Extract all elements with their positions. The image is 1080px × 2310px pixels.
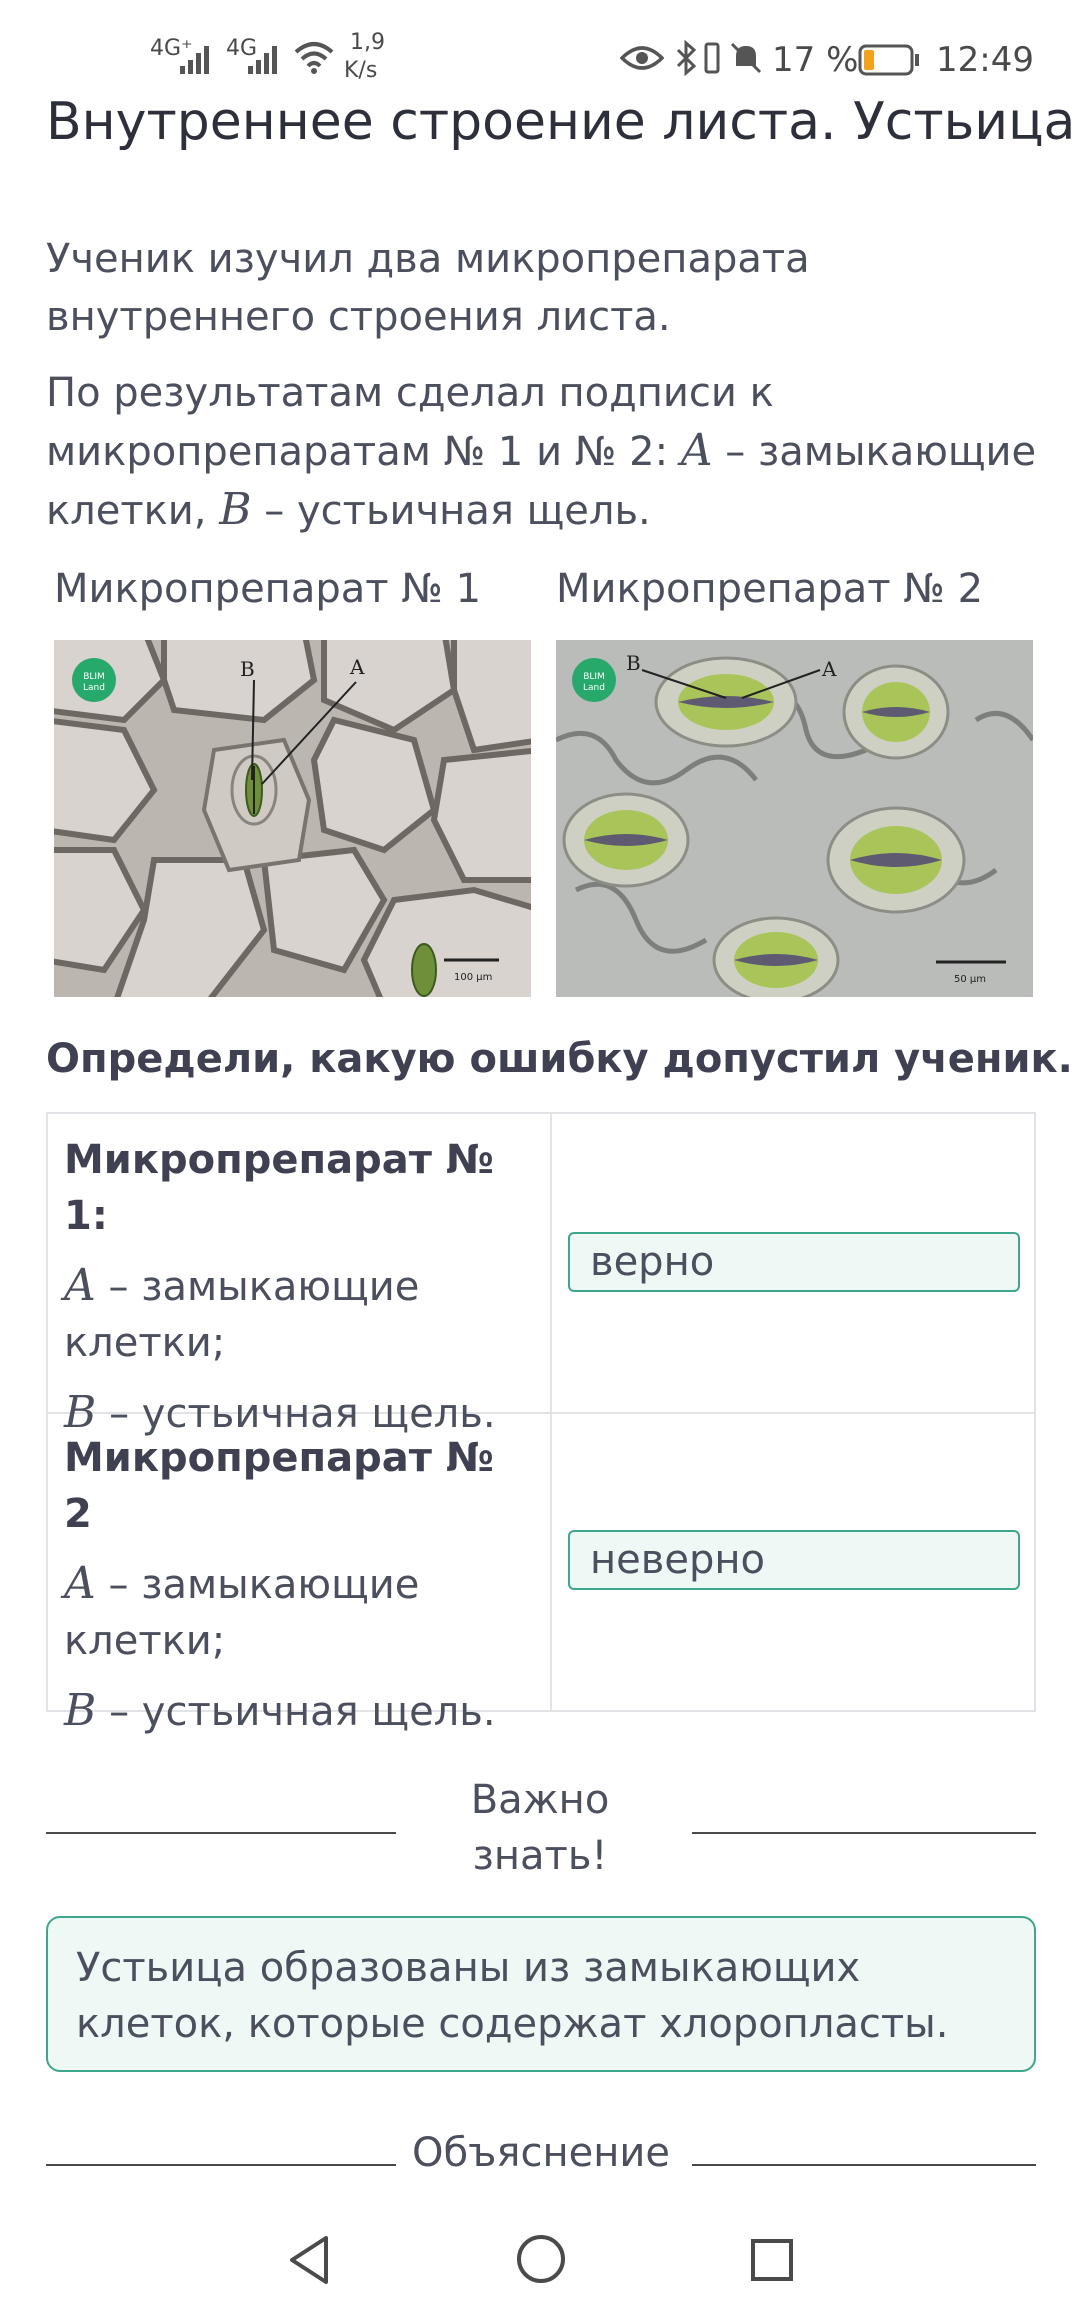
row-2-line-b: B – устьичная щель. [64,1685,496,1736]
specimen-1-label-a: A [349,655,365,679]
def-b: – устьичная щель. [264,488,651,534]
specimen-2-label-b: B [626,651,641,675]
page-title: Внутреннее строение листа. Устьица [46,92,1076,152]
row-1-answer-cell: верно [552,1114,1034,1412]
specimen-1-label-b: B [240,657,255,681]
specimen-2-scale: 50 μm [954,974,986,985]
specimen-1-image: B A 100 μm BLIM Land [54,640,531,997]
svg-text:Land: Land [83,683,105,693]
important-divider-right [692,1832,1036,1834]
row-2-header: Микропрепарат № 2 [64,1435,494,1537]
explanation-toggle[interactable]: Объяснение [412,2130,670,2176]
clock: 12:49 [936,40,1034,80]
home-icon[interactable] [514,2232,568,2286]
specimen-2-image: B A 50 μm BLIM Land [556,640,1033,997]
system-nav-bar [0,2180,1080,2310]
svg-text:Land: Land [583,683,605,693]
status-bar: 4G⁺ 4G 1,9 K/s 17 % 12:49 [0,0,1080,100]
battery-icon [858,44,919,76]
var-b: B [219,484,252,535]
svg-text:BLIM: BLIM [583,672,605,682]
battery-percent: 17 % [772,40,859,80]
wifi-icon [294,42,334,74]
notes-text: По результатам сделал подписи к микропре… [46,364,1046,540]
specimen-2-label-a: A [821,657,837,681]
question-text: Определи, какую ошибку допустил ученик. [46,1036,1073,1082]
eye-icon [620,46,664,70]
vibrate-icon [704,42,720,74]
svg-text:BLIM: BLIM [83,672,105,682]
row-2-line-a2: клетки; [64,1618,226,1664]
var-a: A [680,425,713,476]
back-icon[interactable] [284,2232,334,2288]
specimen-1-scale: 100 μm [454,972,492,983]
row-2-answer-box[interactable]: неверно [568,1530,1020,1590]
answer-table: Микропрепарат № 1: A – замыкающие клетки… [46,1112,1036,1736]
table-row: Микропрепарат № 1: A – замыкающие клетки… [48,1114,1034,1438]
net-speed-value: 1,9 [350,30,385,55]
row-1-line-a: A – замыкающие [64,1260,420,1311]
explanation-divider-right [692,2164,1036,2166]
bluetooth-icon [676,40,697,76]
explanation-divider-left [46,2164,396,2166]
specimen-2-label: Микропрепарат № 2 [556,566,984,612]
signal-bars-icon-2 [248,46,277,74]
important-divider-left [46,1832,396,1834]
row-2-description: Микропрепарат № 2 A – замыкающие клетки;… [48,1412,552,1736]
row-2-line-a: A – замыкающие [64,1558,420,1609]
mute-bell-icon [730,42,762,74]
recents-icon[interactable] [748,2236,796,2284]
notes-prefix: По результатам сделал подписи к микропре… [46,370,774,475]
specimen-1-label: Микропрепарат № 1 [54,566,482,612]
table-row: Микропрепарат № 2 A – замыкающие клетки;… [48,1412,1034,1736]
row-1-description: Микропрепарат № 1: A – замыкающие клетки… [48,1114,552,1438]
signal-bars-icon [180,46,209,74]
important-heading: Важно знать! [470,1777,610,1879]
intro-text: Ученик изучил два микропрепарата внутрен… [46,236,810,340]
row-1-header: Микропрепарат № 1: [64,1137,494,1239]
row-1-line-a2: клетки; [64,1320,226,1366]
info-box: Устьица образованы из замыкающих клеток,… [46,1916,1036,2072]
row-1-answer-box[interactable]: верно [568,1232,1020,1292]
net-speed-unit: K/s [344,58,378,83]
row-2-answer-cell: неверно [552,1412,1034,1710]
